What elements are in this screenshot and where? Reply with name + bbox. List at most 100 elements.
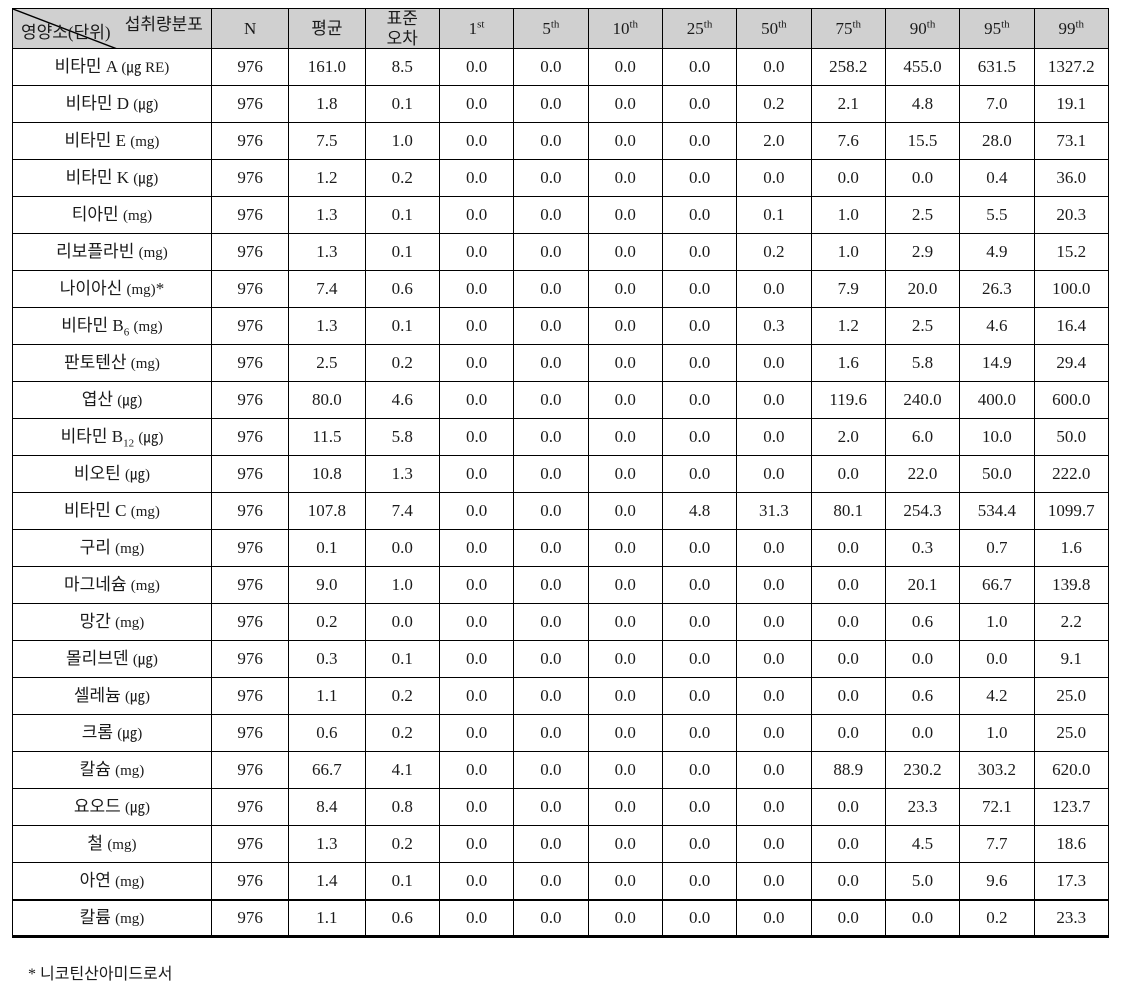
cell-p1: 0.0 — [438, 529, 515, 568]
nutrient-unit: (mg) — [133, 318, 163, 335]
cell-p5: 0.0 — [513, 455, 589, 494]
cell-p75: 2.1 — [810, 85, 886, 124]
cell-n: 976 — [210, 566, 290, 605]
cell-p95: 1.0 — [959, 714, 1035, 753]
cell-p1: 0.0 — [438, 233, 515, 272]
table-row: 셀레늄 (㎍) 976 1.1 0.2 0.0 0.0 0.0 0.0 0.0 0.0 0.6 4.2… — [12, 677, 1110, 716]
cell-n: 976 — [210, 825, 290, 864]
cell-mean: 0.1 — [288, 529, 366, 568]
cell-p1: 0.0 — [438, 159, 515, 198]
nutrient-unit: (㎍) — [125, 688, 151, 705]
cell-p1: 0.0 — [438, 788, 515, 827]
cell-p5: 0.0 — [513, 529, 589, 568]
nutrient-name-cell: 몰리브덴 (㎍) — [12, 640, 212, 679]
nutrient-name: 비타민 K — [65, 167, 130, 187]
cell-p99: 100.0 — [1033, 270, 1110, 309]
cell-p10: 0.0 — [587, 825, 663, 864]
cell-p90: 240.0 — [884, 381, 961, 420]
table-row: 비타민 A (㎍ RE) 976 161.0 8.5 0.0 0.0 0.0 0.0 0.0 25… — [12, 48, 1110, 87]
nutrient-name-subscript: 6 — [123, 326, 130, 339]
cell-p5: 0.0 — [513, 307, 589, 346]
cell-p1: 0.0 — [438, 714, 515, 753]
cell-mean: 9.0 — [288, 566, 366, 605]
nutrient-name: 티아민 — [71, 204, 119, 224]
table-footnote: * 니코틴산아미드로서 — [28, 966, 173, 984]
column-header-mean: 평균 — [288, 7, 366, 50]
table-row: 티아민 (mg) 976 1.3 0.1 0.0 0.0 0.0 0.0 0.1 1.0 2.5 5.… — [12, 196, 1110, 235]
cell-p95: 0.7 — [959, 529, 1035, 568]
table-page: 섭취량분포 영양소(단위) N 평균 표준 오차 1st 5th 10th 25… — [0, 0, 1121, 1003]
nutrient-unit: (mg) — [122, 207, 153, 224]
column-header-p75-sup: th — [852, 18, 861, 31]
table-row: 리보플라빈 (mg) 976 1.3 0.1 0.0 0.0 0.0 0.0 0.2 1.0 2.9… — [12, 233, 1110, 272]
cell-p25: 0.0 — [661, 85, 738, 124]
nutrient-name: 비타민 C — [63, 500, 127, 520]
nutrient-unit: (mg) — [107, 836, 137, 853]
table-row: 엽산 (㎍) 976 80.0 4.6 0.0 0.0 0.0 0.0 0.0 119.6 240.… — [12, 381, 1110, 420]
cell-mean: 0.3 — [288, 640, 366, 679]
column-header-n: N — [210, 7, 290, 50]
column-header-p95-sup: th — [1001, 18, 1010, 31]
nutrient-unit: (mg) — [130, 503, 160, 520]
cell-p50: 0.0 — [736, 381, 812, 420]
nutrient-name-cell: 마그네슘 (mg) — [12, 566, 212, 605]
cell-p1: 0.0 — [438, 381, 515, 420]
cell-p75: 7.6 — [810, 122, 886, 161]
cell-p50: 0.0 — [736, 640, 812, 679]
cell-p99: 20.3 — [1033, 196, 1110, 235]
nutrient-unit: (mg) — [115, 873, 145, 890]
cell-p99: 139.8 — [1033, 566, 1110, 605]
cell-p75: 0.0 — [810, 862, 886, 901]
nutrient-name: 철 — [87, 833, 104, 853]
cell-p1: 0.0 — [438, 677, 515, 716]
nutrient-unit: (mg) — [115, 614, 145, 631]
cell-p10: 0.0 — [587, 677, 663, 716]
nutrient-name: 칼륨 — [79, 907, 111, 927]
cell-p25: 0.0 — [661, 788, 738, 827]
cell-n: 976 — [210, 270, 290, 309]
cell-mean: 11.5 — [288, 418, 366, 457]
cell-p50: 0.0 — [736, 898, 812, 939]
column-header-n-label: N — [243, 18, 257, 38]
cell-p5: 0.0 — [513, 48, 589, 87]
cell-p95: 631.5 — [959, 48, 1035, 87]
cell-p99: 17.3 — [1033, 862, 1110, 901]
cell-p75: 0.0 — [810, 529, 886, 568]
nutrient-name: 비타민 E — [64, 130, 127, 150]
nutrient-unit: (㎍) — [125, 799, 151, 816]
cell-p50: 0.0 — [736, 48, 812, 87]
cell-p50: 0.0 — [736, 344, 812, 383]
column-header-p50-sup: th — [778, 18, 787, 31]
cell-mean: 1.3 — [288, 233, 366, 272]
cell-n: 976 — [210, 898, 290, 939]
cell-se: 1.0 — [364, 566, 440, 605]
nutrient-name-cell: 리보플라빈 (mg) — [12, 233, 212, 272]
cell-p90: 5.0 — [884, 862, 961, 901]
cell-se: 8.5 — [364, 48, 440, 87]
cell-p95: 14.9 — [959, 344, 1035, 383]
nutrient-name-cell: 비타민 A (㎍ RE) — [12, 48, 212, 87]
nutrient-name-cell: 칼슘 (mg) — [12, 751, 212, 790]
cell-se: 0.1 — [364, 307, 440, 346]
nutrient-name-cell: 비타민 C (mg) — [12, 492, 212, 531]
cell-mean: 1.1 — [288, 898, 366, 939]
cell-n: 976 — [210, 640, 290, 679]
nutrient-name: 비타민 B — [60, 426, 124, 446]
cell-p95: 28.0 — [959, 122, 1035, 161]
cell-se: 0.1 — [364, 196, 440, 235]
cell-p1: 0.0 — [438, 566, 515, 605]
cell-p99: 1099.7 — [1033, 492, 1110, 531]
nutrient-name: 판토텐산 — [63, 352, 127, 372]
cell-p5: 0.0 — [513, 714, 589, 753]
cell-p95: 4.6 — [959, 307, 1035, 346]
table-row: 아연 (mg) 976 1.4 0.1 0.0 0.0 0.0 0.0 0.0 0.0 5.0 9.6… — [12, 862, 1110, 901]
cell-p25: 0.0 — [661, 529, 738, 568]
cell-p5: 0.0 — [513, 381, 589, 420]
cell-p50: 0.0 — [736, 825, 812, 864]
table-row: 나이아신 (mg)* 976 7.4 0.6 0.0 0.0 0.0 0.0 0.0 7.9 20.… — [12, 270, 1110, 309]
column-header-standard-error: 표준 오차 — [364, 7, 440, 50]
column-header-p95: 95th — [959, 7, 1035, 50]
table-row: 판토텐산 (mg) 976 2.5 0.2 0.0 0.0 0.0 0.0 0.0 1.6 5.8 1… — [12, 344, 1110, 383]
nutrient-name: 셀레늄 — [73, 685, 121, 705]
cell-n: 976 — [210, 677, 290, 716]
